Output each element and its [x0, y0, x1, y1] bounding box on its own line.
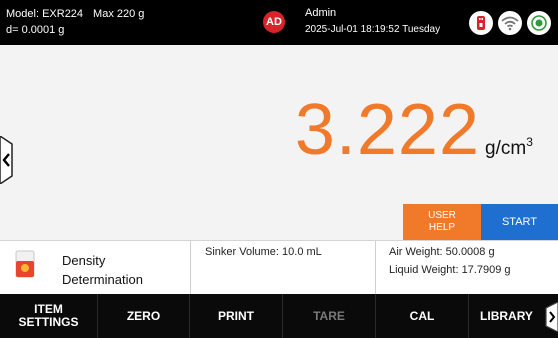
weight-unit: g/cm3	[485, 135, 533, 160]
unit-exponent: 3	[526, 135, 533, 149]
weighing-display: 3.222 g/cm3 USER HELP START	[0, 45, 558, 241]
chevron-right-icon	[545, 301, 558, 333]
expand-right-tab[interactable]	[542, 301, 558, 333]
divider	[190, 241, 191, 294]
air-weight: Air Weight: 50.0008 g	[389, 246, 495, 258]
user-avatar[interactable]: AD	[263, 11, 285, 33]
wifi-icon[interactable]	[498, 11, 522, 35]
print-button[interactable]: PRINT	[190, 294, 283, 338]
tare-button[interactable]: TARE	[283, 294, 376, 338]
expand-left-tab[interactable]	[0, 135, 18, 185]
status-bar: Model: EXR224 Max 220 g d= 0.0001 g AD Ad…	[0, 0, 558, 45]
method-title-line2: Determination	[62, 272, 143, 287]
method-title: Density Determination	[62, 251, 143, 289]
help-label-line2: HELP	[428, 222, 456, 233]
sinker-volume: Sinker Volume: 10.0 mL	[205, 246, 322, 258]
liquid-weight: Liquid Weight: 17.7909 g	[389, 264, 511, 276]
help-label-line1: USER	[428, 210, 456, 221]
weight-value: 3.222	[294, 90, 480, 170]
usb-icon[interactable]	[469, 11, 493, 35]
record-icon[interactable]	[527, 11, 551, 35]
model-label: Model: EXR224	[6, 8, 84, 20]
method-title-line1: Density	[62, 253, 106, 268]
chevron-left-icon	[0, 135, 13, 185]
beaker-icon	[14, 249, 36, 279]
zero-button[interactable]: ZERO	[98, 294, 190, 338]
user-name[interactable]: Admin	[305, 7, 336, 19]
max-capacity: Max 220 g	[93, 8, 145, 20]
bottom-toolbar: ITEM SETTINGS ZERO PRINT TARE CAL LIBRAR…	[0, 294, 558, 338]
date-time: 2025-Jul-01 18:19:52 Tuesday	[305, 24, 441, 35]
user-help-button[interactable]: USER HELP	[403, 204, 481, 240]
model-info: Model: EXR224 Max 220 g	[6, 8, 144, 21]
start-button[interactable]: START	[481, 204, 558, 240]
unit-base: g/cm	[485, 138, 527, 159]
item-settings-line2: SETTINGS	[18, 315, 79, 329]
item-settings-button[interactable]: ITEM SETTINGS	[0, 294, 98, 338]
cal-button[interactable]: CAL	[376, 294, 469, 338]
readability: d= 0.0001 g	[6, 24, 65, 36]
divider	[375, 241, 376, 294]
